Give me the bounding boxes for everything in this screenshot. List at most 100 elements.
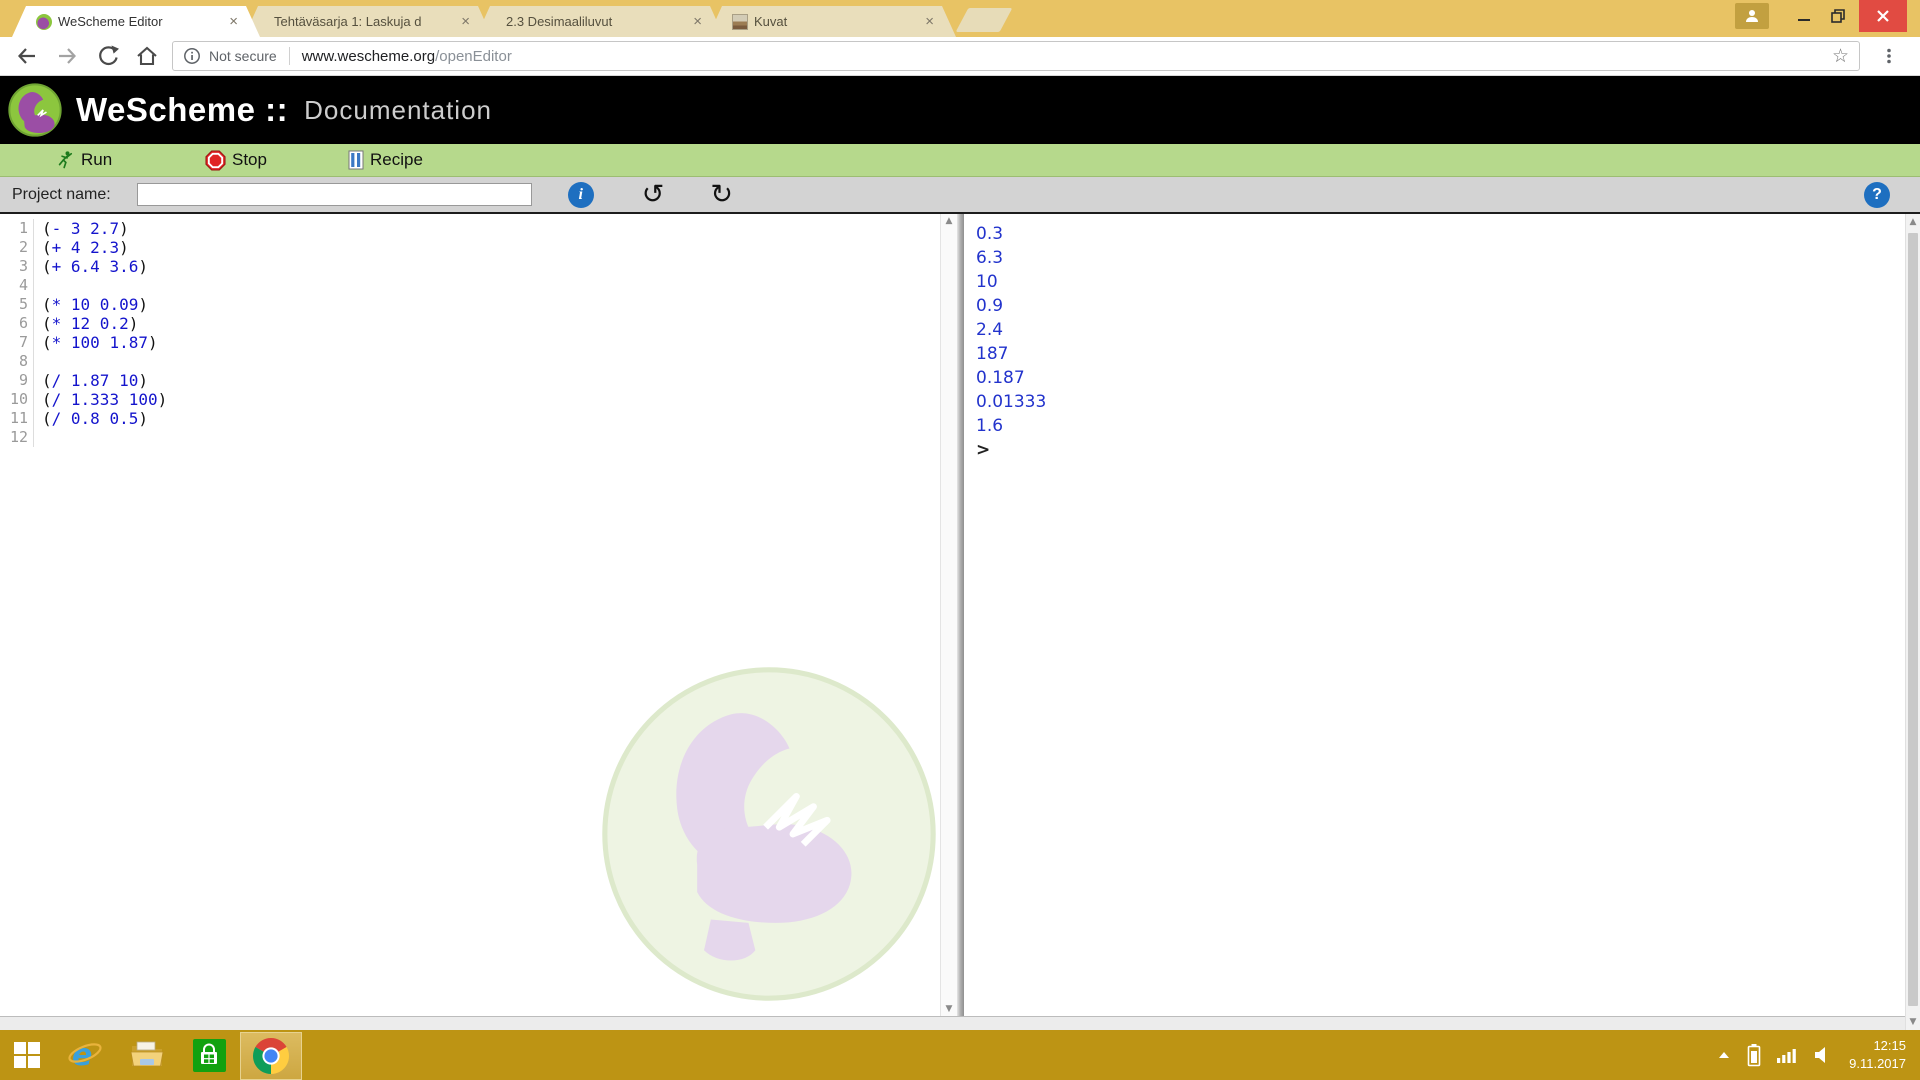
chrome-taskbar-button[interactable] [240,1032,302,1080]
code-line[interactable]: 2(+ 4 2.3) [0,238,940,257]
line-number: 10 [0,390,34,409]
tab-label: Kuvat [754,14,917,29]
panel-splitter[interactable] [957,214,964,1030]
output-value: 0.3 [976,222,1905,246]
browser-tab-0[interactable]: WeScheme Editor × [12,6,260,37]
horizontal-scrollbar[interactable] [0,1016,1905,1030]
code-text: (/ 1.333 100) [42,390,167,409]
info-circle-icon [183,47,201,65]
bookmark-star-icon[interactable]: ☆ [1832,47,1849,66]
code-text: (* 10 0.09) [42,295,148,314]
info-button[interactable]: i [568,182,594,208]
code-line[interactable]: 9(/ 1.87 10) [0,371,940,390]
code-line[interactable]: 1(- 3 2.7) [0,219,940,238]
tab-close-icon[interactable]: × [459,14,472,29]
address-bar[interactable]: Not secure www.wescheme.org/openEditor ☆ [172,41,1860,71]
hidden-icons-chevron[interactable] [1717,1050,1731,1060]
run-button[interactable]: Run [55,144,112,176]
restore-icon [1831,9,1845,23]
wescheme-toolbar: Run Stop Recipe [0,144,1920,177]
tab-close-icon[interactable]: × [691,14,704,29]
redo-button[interactable]: ↻ [710,181,733,208]
taskbar-clock[interactable]: 12:15 9.11.2017 [1849,1037,1906,1072]
recipe-label: Recipe [370,150,423,170]
close-button[interactable] [1859,0,1907,32]
code-line[interactable]: 10 (/ 1.333 100) [0,390,940,409]
home-icon [135,44,159,68]
forward-button[interactable] [52,42,82,70]
store-icon [193,1039,226,1072]
scrollbar-thumb[interactable] [1908,233,1918,1006]
reload-button[interactable] [92,42,122,70]
window-controls [1735,0,1920,37]
project-name-input[interactable] [137,183,532,206]
restore-button[interactable] [1821,0,1855,32]
tab-close-icon[interactable]: × [923,14,936,29]
file-explorer-icon [129,1040,165,1070]
scroll-up-icon[interactable]: ▲ [1906,218,1920,227]
back-button[interactable] [12,42,42,70]
minimize-button[interactable] [1787,0,1821,32]
code-line[interactable]: 6(* 12 0.2) [0,314,940,333]
code-line[interactable]: 4 [0,276,940,295]
system-tray: 12:15 9.11.2017 [1717,1037,1920,1072]
repl-prompt[interactable]: > [976,438,1905,462]
tab-label: 2.3 Desimaaliluvut [506,14,685,29]
stop-icon [205,150,226,171]
file-explorer-button[interactable] [116,1030,178,1080]
tab-close-icon[interactable]: × [227,14,240,29]
code-line[interactable]: 7(* 100 1.87) [0,333,940,352]
line-number: 8 [0,352,34,371]
interactions-panel[interactable]: 0.36.3100.92.41870.1870.013331.6> [964,214,1905,1030]
battery-icon[interactable] [1747,1043,1761,1067]
code-editor[interactable]: 1(- 3 2.7)2(+ 4 2.3)3(+ 6.4 3.6)4 5 (* 10… [0,214,940,1030]
brand-title: WeScheme :: [76,91,288,129]
editor-scrollbar[interactable]: ▲ ▼ [940,214,957,1030]
minimize-icon [1797,9,1811,23]
menu-button[interactable] [1870,42,1908,70]
wescheme-header: WeScheme :: Documentation [0,76,1920,144]
scroll-down-icon[interactable]: ▼ [1906,1018,1920,1027]
code-line[interactable]: 11(/ 0.8 0.5) [0,409,940,428]
code-line[interactable]: 5 (* 10 0.09) [0,295,940,314]
help-button[interactable]: ? [1864,182,1890,208]
code-line[interactable]: 3(+ 6.4 3.6) [0,257,940,276]
windows-logo-icon [14,1042,40,1068]
code-text [42,352,52,371]
internet-explorer-button[interactable]: e [54,1030,116,1080]
line-number: 5 [0,295,34,314]
undo-button[interactable]: ↺ [642,181,665,208]
url-text[interactable]: www.wescheme.org/openEditor [302,48,512,65]
code-text [42,428,52,447]
reload-icon [95,44,119,68]
recipe-button[interactable]: Recipe [348,144,423,176]
wescheme-boot-watermark [598,663,940,1005]
internet-explorer-icon: e [67,1037,103,1073]
new-tab-button[interactable] [956,8,1013,32]
scroll-up-icon[interactable]: ▲ [946,217,953,226]
network-signal-icon[interactable] [1777,1047,1797,1063]
security-label[interactable]: Not secure [209,48,277,64]
browser-tab-3[interactable]: Kuvat × [708,6,956,37]
svg-text:e: e [72,1038,92,1073]
back-icon [15,44,39,68]
browser-tab-1[interactable]: Tehtäväsarja 1: Laskuja d× [244,6,492,37]
run-icon [55,150,75,170]
output-value: 6.3 [976,246,1905,270]
line-number: 1 [0,219,34,238]
code-line[interactable]: 12 [0,428,940,447]
url-path: /openEditor [435,48,512,65]
page-scrollbar[interactable]: ▲ ▼ [1905,214,1920,1030]
project-name-label: Project name: [12,186,111,204]
browser-tab-2[interactable]: 2.3 Desimaaliluvut × [476,6,724,37]
code-line[interactable]: 8 [0,352,940,371]
tab-label: WeScheme Editor [58,14,221,29]
profile-button[interactable] [1735,3,1769,29]
stop-button[interactable]: Stop [205,144,267,176]
start-button[interactable] [0,1030,54,1080]
home-button[interactable] [132,42,162,70]
windows-store-button[interactable] [178,1030,240,1080]
speaker-icon[interactable] [1813,1045,1833,1065]
scroll-down-icon[interactable]: ▼ [946,1005,953,1014]
url-host: www.wescheme.org [302,48,435,65]
